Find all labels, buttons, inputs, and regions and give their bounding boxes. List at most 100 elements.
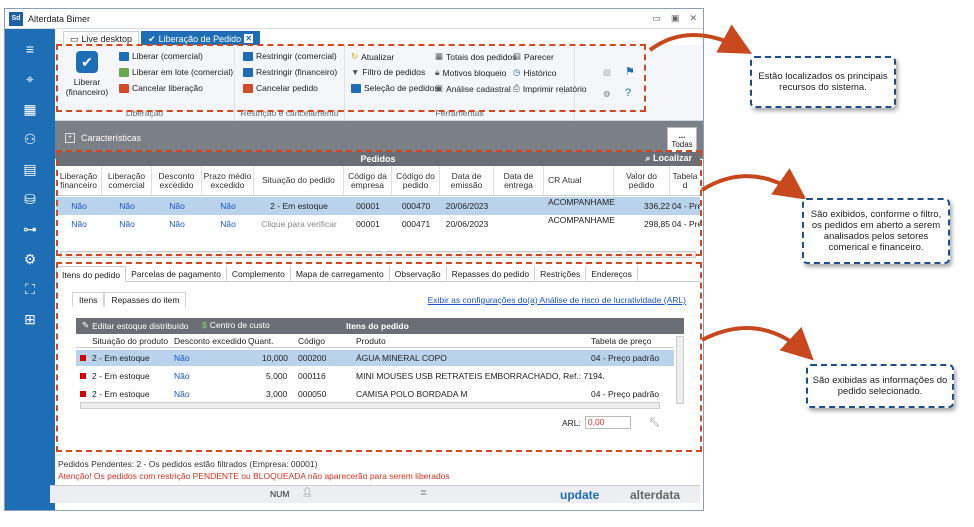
col-cr[interactable]: CR Atual — [544, 166, 614, 195]
col-emissao[interactable]: Data de emissão — [440, 166, 494, 195]
pin-icon[interactable]: ⌖ — [19, 69, 41, 89]
tab-mapa[interactable]: Mapa de carregamento — [291, 266, 390, 282]
image-icon[interactable]: ▨ — [603, 67, 611, 78]
tab-observacao[interactable]: Observação — [390, 266, 447, 282]
col-lib-com[interactable]: Liberação comercial — [102, 166, 152, 195]
col-tabela[interactable]: Tabela d — [670, 166, 700, 195]
motivos-bloqueio-button[interactable]: 🔒︎ Motivos bloqueio — [435, 67, 506, 78]
close-window-icon[interactable]: ✕ — [689, 13, 697, 24]
col-lib-fin[interactable]: Liberação financeiro — [56, 166, 102, 195]
gear-icon[interactable]: ⚙ — [603, 89, 611, 100]
verify-link[interactable]: Clique para verificar — [254, 215, 344, 233]
col-empresa[interactable]: Código da empresa — [344, 166, 392, 195]
analise-cadastral-button[interactable]: ▣ Análise cadastral — [435, 83, 511, 94]
tab-restricoes[interactable]: Restrições — [535, 266, 587, 282]
historico-button[interactable]: ◷ Histórico — [513, 67, 556, 78]
status-bar: NUM 👤︎ ≣ update alterdata — [50, 485, 700, 503]
selection-icon — [351, 83, 361, 93]
items-vscrollbar[interactable] — [676, 336, 684, 404]
note-icon: ▤ — [513, 51, 522, 61]
col-situacao[interactable]: Situação do pedido — [254, 166, 344, 195]
approve-icon: ✔ — [76, 51, 98, 73]
person-card-icon: ▣ — [435, 83, 444, 93]
caracteristicas-filter[interactable]: + Características — [65, 133, 141, 143]
status-red-icon — [80, 355, 86, 361]
subtab-repasses-item[interactable]: Repasses do item — [104, 292, 187, 307]
ribbon-group-liberacao: ✔ Liberar (financeiro) Liberar (comercia… — [55, 45, 235, 121]
map-icon[interactable]: ⛶ — [19, 279, 41, 299]
centro-custo-button[interactable]: $ Centro de custo — [202, 320, 270, 330]
arl-value: 0,00 — [584, 416, 631, 429]
filtro-pedidos-button[interactable]: ▼ Filtro de pedidos — [351, 67, 425, 77]
imprimir-relatorio-button[interactable]: ⎙ Imprimir relatório — [513, 83, 587, 94]
refresh-icon: ↻ — [351, 51, 359, 61]
list-item[interactable]: 2 - Em estoque Não 10,000 000200 ÁGUA MI… — [76, 350, 674, 366]
menu-icon[interactable]: ≡ — [19, 39, 41, 59]
liberar-lote-button[interactable]: Liberar em lote (comercial) — [119, 67, 233, 77]
tab-enderecos[interactable]: Endereços — [586, 266, 638, 282]
settings-icon[interactable]: ⚙ — [19, 249, 41, 269]
col-entrega[interactable]: Data de entrega — [494, 166, 544, 195]
minimize-icon[interactable]: ▭ — [652, 13, 661, 24]
status-red-icon — [80, 373, 86, 379]
callout-informacoes: São exibidas as informações do pedido se… — [806, 364, 954, 408]
history-icon: ◷ — [513, 67, 521, 77]
todas-button[interactable]: ... Todas — [667, 127, 697, 153]
localizar-button[interactable]: ⌕ Localizar — [645, 153, 692, 164]
edit-icon: ✎ — [82, 320, 90, 330]
tab-itens-pedido[interactable]: Itens do pedido — [56, 266, 127, 282]
grid-icon[interactable]: ⊞ — [19, 309, 41, 329]
orders-hscrollbar[interactable] — [60, 251, 696, 258]
items-hscrollbar[interactable] — [80, 402, 660, 409]
list-item[interactable]: 2 - Em estoque Não 3,000 000050 CAMISA P… — [76, 386, 674, 402]
report-icon[interactable]: ▤ — [19, 159, 41, 179]
help-icon[interactable]: ? — [625, 87, 631, 99]
dashboard-icon[interactable]: ▦ — [19, 99, 41, 119]
cancelar-pedido-button[interactable]: Cancelar pedido — [243, 83, 318, 93]
cancelar-liberacao-button[interactable]: Cancelar liberação — [119, 83, 203, 93]
dollar-icon: $ — [202, 320, 207, 330]
col-prazo[interactable]: Prazo médio excedido — [202, 166, 254, 195]
update-logo: update — [560, 488, 600, 502]
close-tab-icon[interactable]: ✕ — [244, 34, 254, 43]
maximize-icon[interactable]: ▣ — [671, 13, 680, 24]
tab-complemento[interactable]: Complemento — [227, 266, 291, 282]
table-row[interactable]: Não Não Não Não Clique para verificar 00… — [56, 215, 700, 233]
hierarchy-icon[interactable]: ⊶ — [19, 219, 41, 239]
cancel-order-icon — [243, 83, 253, 93]
col-valor[interactable]: Valor do pedido — [614, 166, 670, 195]
orders-grid-header: Liberação financeiro Liberação comercial… — [56, 166, 700, 196]
restringir-comercial-button[interactable]: Restringir (comercial) — [243, 51, 337, 61]
left-sidebar: ≡ ⌖ ▦ ⚇ ▤ ⛁ ⊶ ⚙ ⛶ ⊞ — [5, 29, 55, 510]
tab-liberacao-pedido[interactable]: ✔ Liberação de Pedido ✕ — [141, 31, 261, 45]
parecer-button[interactable]: ▤ Parecer — [513, 51, 554, 62]
document-tabs: ▭ Live desktop ✔ Liberação de Pedido ✕ — [55, 29, 703, 45]
restringir-financeiro-button[interactable]: Restringir (financeiro) — [243, 67, 337, 77]
editar-estoque-button[interactable]: ✎ Editar estoque distribuído — [82, 320, 189, 331]
col-pedido[interactable]: Código do pedido — [392, 166, 440, 195]
ribbon-toolbar: ✔ Liberar (financeiro) Liberar (comercia… — [55, 45, 703, 121]
col-desconto[interactable]: Desconto excedido — [152, 166, 202, 195]
items-panel: Itens Repasses do item Exibir as configu… — [66, 290, 694, 440]
restrict-icon — [243, 67, 253, 77]
selecao-pedidos-button[interactable]: Seleção de pedidos — [351, 83, 439, 93]
tab-parcelas[interactable]: Parcelas de pagamento — [126, 266, 227, 282]
tab-live-desktop[interactable]: ▭ Live desktop — [63, 31, 140, 45]
user-icon[interactable]: ⚑ — [625, 65, 635, 78]
detail-tabs: Itens do pedido Parcelas de pagamento Co… — [56, 266, 700, 282]
table-row[interactable]: Não Não Não Não 2 - Em estoque 00001 000… — [56, 197, 700, 215]
liberar-comercial-button[interactable]: Liberar (comercial) — [119, 51, 203, 61]
network-icon[interactable]: ⚇ — [19, 129, 41, 149]
list-item[interactable]: 2 - Em estoque Não 5,000 000116 MINI MOU… — [76, 368, 674, 384]
liberar-financeiro-button[interactable]: ✔ Liberar (financeiro) — [63, 51, 111, 97]
database-icon[interactable]: ⛁ — [19, 189, 41, 209]
orders-title: Pedidos — [360, 154, 396, 164]
callout-pedidos: São exibidos, conforme o filtro, os pedi… — [802, 198, 950, 264]
wrench-icon[interactable]: 🔧︎ — [649, 417, 660, 428]
lock-icon: 🔒︎ — [435, 67, 440, 77]
totais-pedidos-button[interactable]: ▦ Totais dos pedidos — [435, 51, 516, 62]
exibir-arl-link[interactable]: Exibir as configurações do(a) Análise de… — [428, 295, 686, 305]
atualizar-button[interactable]: ↻ Atualizar — [351, 51, 394, 62]
subtab-itens[interactable]: Itens — [72, 292, 105, 307]
tab-repasses[interactable]: Repasses do pedido — [447, 266, 536, 282]
